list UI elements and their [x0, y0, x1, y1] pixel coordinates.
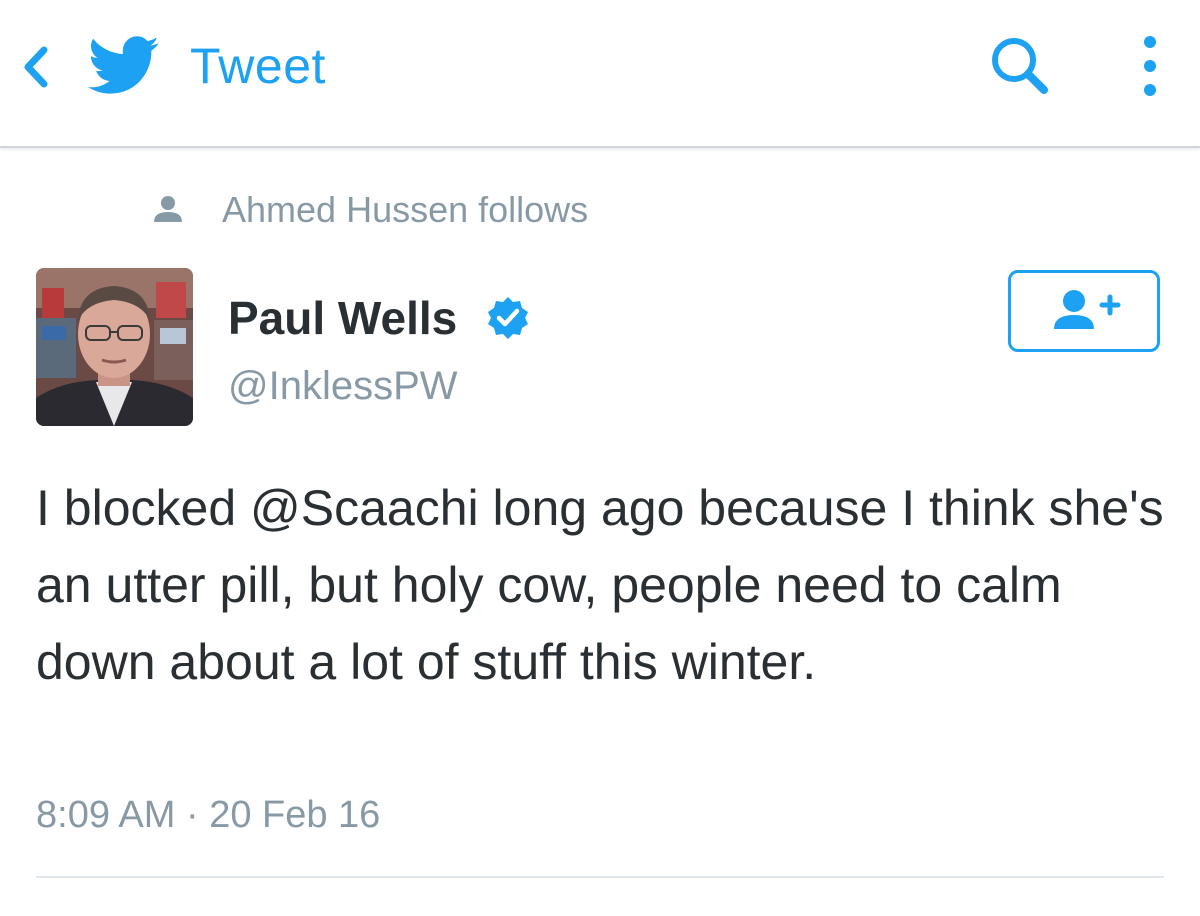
- social-context: Ahmed Hussen follows: [148, 184, 588, 236]
- tweet-timestamp[interactable]: 8:09 AM · 20 Feb 16: [36, 790, 380, 840]
- chevron-left-icon: [24, 46, 48, 88]
- search-button[interactable]: [984, 32, 1054, 98]
- person-icon: [154, 196, 182, 222]
- verified-badge-icon: [488, 297, 528, 339]
- page-title: Tweet: [190, 38, 326, 94]
- follow-user-icon: [1054, 290, 1121, 329]
- author-handle[interactable]: @InklessPW: [228, 360, 458, 412]
- twitter-bird-icon: [88, 36, 160, 96]
- avatar[interactable]: [36, 268, 193, 426]
- more-options-button[interactable]: [1130, 30, 1170, 102]
- vertical-dots-icon: [1144, 36, 1156, 96]
- tweet-detail-screen: Tweet Ahmed Hussen follows Paul Wells @I…: [0, 0, 1200, 916]
- top-app-bar: Tweet: [0, 0, 1200, 148]
- search-icon: [992, 38, 1048, 94]
- tweet-text: I blocked @Scaachi long ago because I th…: [36, 480, 1164, 690]
- social-context-text: Ahmed Hussen follows: [222, 189, 589, 230]
- divider: [36, 876, 1164, 878]
- follow-button[interactable]: [1008, 270, 1160, 352]
- back-button[interactable]: [14, 40, 58, 94]
- author-name[interactable]: Paul Wells: [228, 290, 457, 346]
